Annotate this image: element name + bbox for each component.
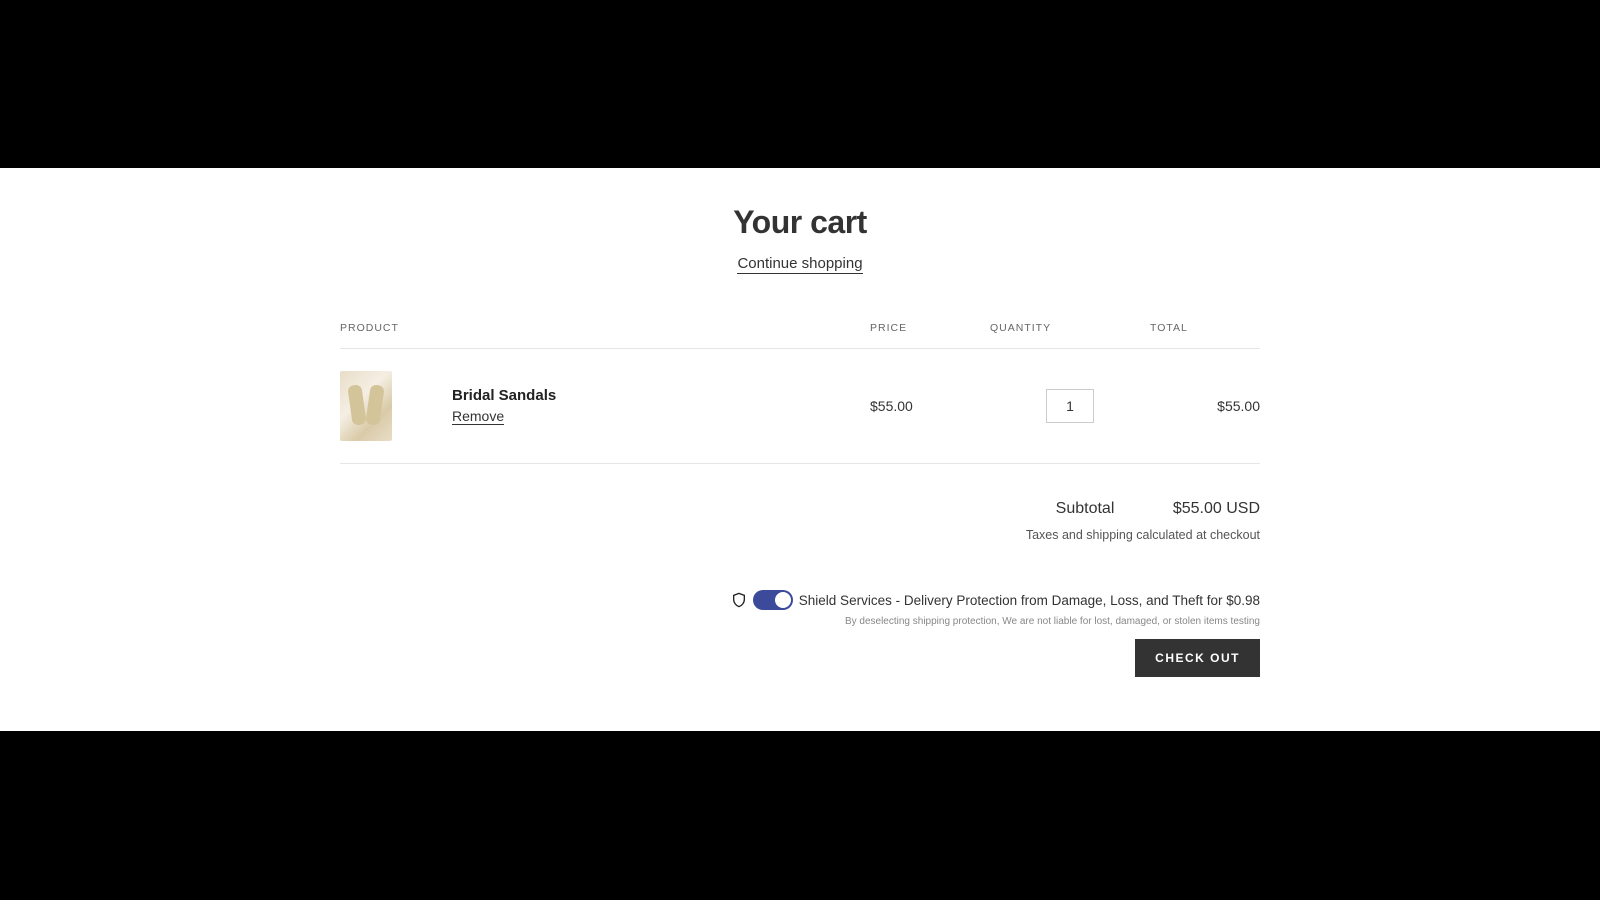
cart-container: Your cart Continue shopping PRODUCT PRIC… (340, 168, 1260, 677)
shield-icon (731, 592, 747, 608)
summary: Subtotal $55.00 USD Taxes and shipping c… (340, 500, 1260, 677)
cell-total: $55.00 (1150, 349, 1260, 464)
shield-fineprint: By deselecting shipping protection, We a… (340, 616, 1260, 627)
subtotal-value: $55.00 USD (1173, 500, 1260, 517)
page-title: Your cart (340, 204, 1260, 241)
product-thumbnail[interactable] (340, 371, 392, 441)
cell-price: $55.00 (870, 349, 990, 464)
col-header-quantity: QUANTITY (990, 322, 1150, 349)
tax-note: Taxes and shipping calculated at checkou… (340, 528, 1260, 542)
product-name[interactable]: Bridal Sandals (452, 387, 556, 404)
quantity-input[interactable] (1046, 389, 1094, 423)
cell-product: Bridal Sandals Remove (340, 349, 870, 464)
cart-page: Your cart Continue shopping PRODUCT PRIC… (0, 168, 1600, 731)
subtotal-label: Subtotal (1056, 500, 1115, 517)
table-row: Bridal Sandals Remove $55.00 $55.00 (340, 349, 1260, 464)
cart-table: PRODUCT PRICE QUANTITY TOTAL Bridal Sand… (340, 322, 1260, 464)
shield-toggle[interactable] (753, 590, 793, 610)
col-header-price: PRICE (870, 322, 990, 349)
continue-shopping-link[interactable]: Continue shopping (737, 255, 862, 274)
remove-link[interactable]: Remove (452, 408, 504, 425)
shield-row: Shield Services - Delivery Protection fr… (340, 590, 1260, 610)
shield-label: Shield Services - Delivery Protection fr… (799, 593, 1260, 608)
col-header-total: TOTAL (1150, 322, 1260, 349)
cell-quantity (990, 349, 1150, 464)
checkout-button[interactable]: CHECK OUT (1135, 639, 1260, 677)
col-header-product: PRODUCT (340, 322, 870, 349)
